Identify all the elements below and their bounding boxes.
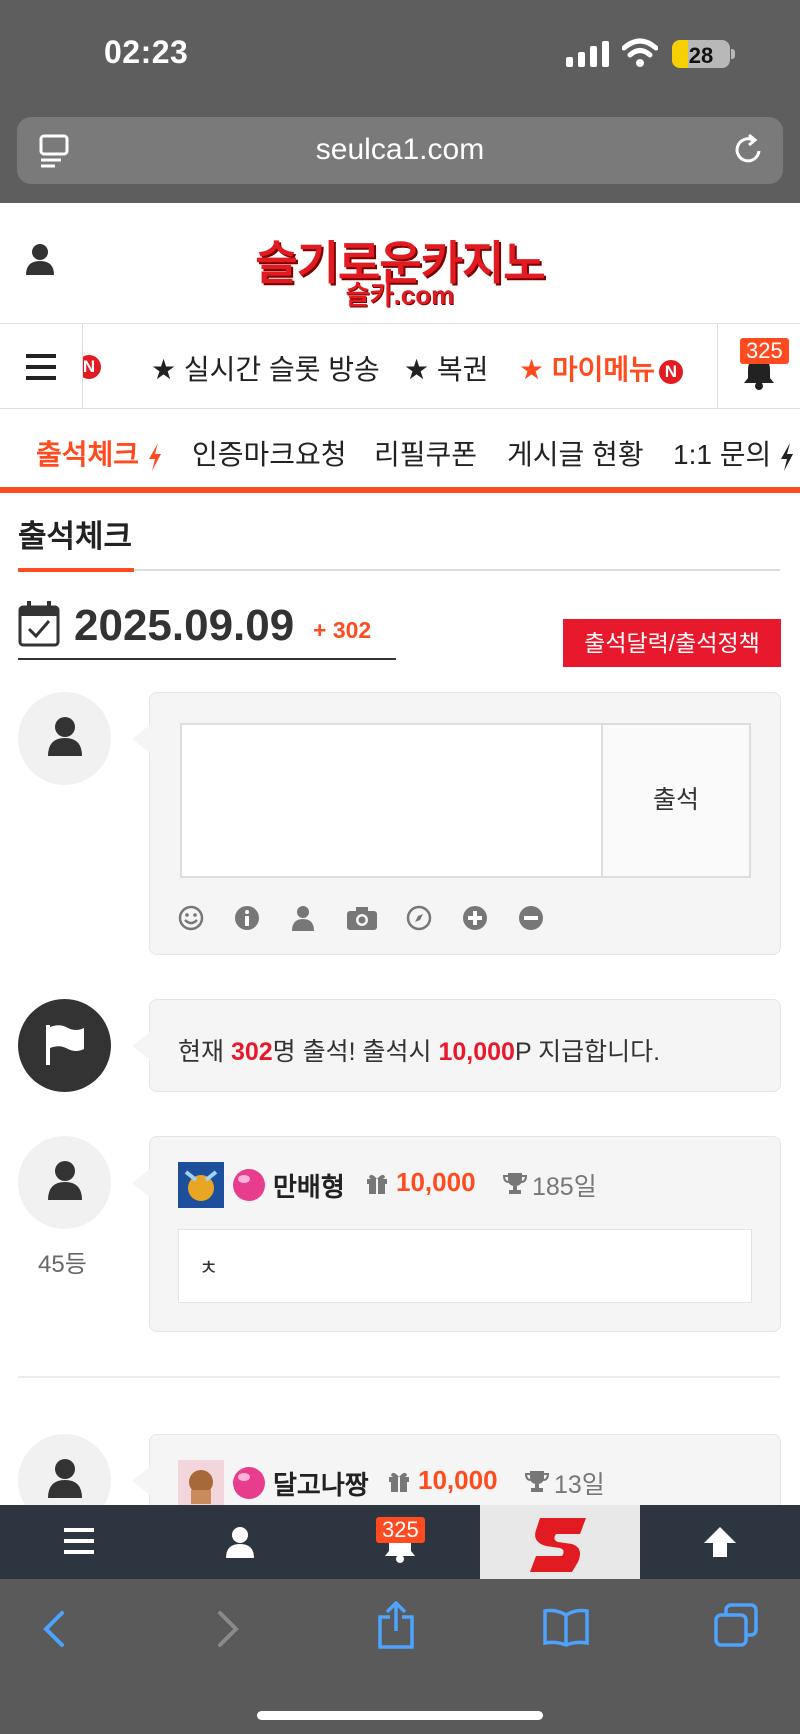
wifi-icon: [622, 38, 658, 67]
notification-count: 325: [740, 338, 789, 364]
menu-button[interactable]: [0, 324, 83, 410]
user-points: 10,000: [418, 1465, 498, 1495]
status-time: 02:23: [104, 34, 189, 70]
sub-tab-cert-request[interactable]: 인증마크요청: [192, 433, 347, 473]
trophy-icon: [503, 1173, 527, 1194]
attend-submit-button[interactable]: 출석: [601, 723, 751, 878]
reload-icon[interactable]: [733, 133, 765, 167]
bottom-notification-button[interactable]: 325: [320, 1505, 480, 1579]
user-icon: [48, 1161, 82, 1200]
notice-text: 현재 302명 출석! 출석시 10,000P 지급합니다.: [178, 1038, 661, 1066]
level-image-icon: [178, 1460, 224, 1505]
user-name[interactable]: 만배형: [273, 1167, 345, 1204]
main-nav: N ★ 실시간 슬롯 방송 ★ 복권 ★ 마이메뉴 N 325: [0, 323, 800, 410]
user-points: 10,000: [396, 1167, 476, 1197]
site-logo-icon: [530, 1518, 586, 1572]
site-header: 슬기로운카지노 슬카.com: [0, 203, 800, 323]
gem-icon: [233, 1467, 265, 1499]
nav-item-live-slot[interactable]: ★ 실시간 슬롯 방송: [151, 348, 380, 388]
notification-count: 325: [376, 1517, 425, 1543]
page-title: 출석체크: [18, 519, 133, 554]
nav-item-lottery[interactable]: ★ 복권: [404, 348, 488, 388]
user-icon[interactable]: [290, 905, 316, 931]
bolt-icon: [781, 442, 794, 471]
battery-level: 28: [688, 43, 714, 68]
camera-icon[interactable]: [346, 905, 378, 931]
forward-icon[interactable]: [214, 1609, 242, 1649]
bottom-nav: 325: [0, 1505, 800, 1579]
arrow-up-icon: [704, 1527, 736, 1557]
attendance-days: 13일: [554, 1471, 605, 1499]
attendance-form: 출석: [132, 692, 781, 955]
ios-status-bar: 02:23 28 seulca1.com: [0, 0, 800, 203]
nav-item-mymenu[interactable]: ★ 마이메뉴 N: [519, 348, 683, 388]
info-icon[interactable]: [234, 905, 260, 931]
notice-avatar: [18, 999, 111, 1092]
nav-item-mymenu-label: ★ 마이메뉴: [519, 354, 655, 385]
comment-text: ㅊ: [178, 1229, 752, 1303]
new-badge: N: [658, 359, 683, 384]
comment-textarea[interactable]: [180, 723, 601, 878]
bottom-menu-button[interactable]: [0, 1505, 160, 1579]
level-image-icon: [178, 1162, 224, 1208]
sub-tab-inquiry[interactable]: 1:1 문의: [673, 433, 795, 473]
partial-new-badge: N: [83, 355, 101, 379]
compass-icon[interactable]: [406, 905, 432, 931]
avatar: [18, 1136, 111, 1229]
user-rank: 45등: [38, 1251, 87, 1278]
hamburger-icon: [64, 1528, 94, 1554]
sub-tab-post-status[interactable]: 게시글 현황: [507, 433, 644, 473]
share-icon[interactable]: [376, 1601, 416, 1649]
attendance-notice: 현재 302명 출석! 출석시 10,000P 지급합니다.: [132, 999, 781, 1092]
notification-button[interactable]: 325: [717, 324, 800, 410]
attendance-content: 출석체크 2025.09.09 + 302 출석달력/출석정책 출석 현재 30…: [0, 493, 800, 1505]
bookmarks-icon[interactable]: [542, 1607, 590, 1647]
gem-icon: [233, 1169, 265, 1201]
url-text[interactable]: seulca1.com: [17, 133, 783, 167]
avatar: [18, 692, 111, 785]
attendance-days: 185일: [532, 1173, 597, 1201]
site-logo-sub: 슬카.com: [345, 280, 455, 310]
bottom-user-button[interactable]: [160, 1505, 320, 1579]
user-icon: [226, 1527, 254, 1558]
user-icon: [48, 1459, 82, 1498]
nav-scroll[interactable]: N ★ 실시간 슬롯 방송 ★ 복권 ★ 마이메뉴 N: [83, 324, 717, 410]
scroll-top-button[interactable]: [640, 1505, 800, 1579]
hamburger-icon: [26, 354, 56, 380]
minus-circle-icon[interactable]: [518, 905, 544, 931]
sub-tab-inquiry-label: 1:1 문의: [673, 439, 772, 470]
address-bar[interactable]: seulca1.com: [17, 117, 783, 184]
calendar-policy-button[interactable]: 출석달력/출석정책: [563, 619, 781, 667]
trophy-icon: [525, 1471, 549, 1492]
gift-icon: [389, 1472, 409, 1492]
smile-icon[interactable]: [178, 905, 204, 931]
home-indicator: [257, 1711, 543, 1720]
user-name[interactable]: 달고나짱: [273, 1465, 369, 1502]
attendance-count: + 302: [313, 617, 372, 643]
attendance-entry: 만배형 10,000 185일 ㅊ: [132, 1136, 781, 1332]
flag-icon: [46, 1025, 84, 1065]
gift-icon: [367, 1174, 387, 1194]
tabs-icon[interactable]: [714, 1603, 758, 1647]
calendar-check-icon: [18, 601, 60, 647]
user-icon: [48, 717, 82, 756]
back-icon[interactable]: [40, 1609, 68, 1649]
sub-nav: 출석체크 인증마크요청 리필쿠폰 게시글 현황 1:1 문의: [0, 409, 800, 493]
sub-tab-attendance-label: 출석체크: [36, 439, 140, 470]
sub-tab-attendance[interactable]: 출석체크: [36, 433, 163, 473]
attendance-entry: 달고나짱 10,000 13일: [132, 1434, 781, 1505]
attendance-date: 2025.09.09: [74, 601, 295, 650]
plus-circle-icon[interactable]: [462, 905, 488, 931]
battery-indicator: 28: [672, 40, 730, 68]
signal-icon: [566, 41, 609, 67]
sub-tab-refill-coupon[interactable]: 리필쿠폰: [374, 433, 477, 473]
avatar: [18, 1434, 111, 1505]
divider: [18, 1376, 780, 1378]
bolt-icon: [148, 442, 161, 471]
bottom-logo-button[interactable]: [480, 1505, 640, 1579]
